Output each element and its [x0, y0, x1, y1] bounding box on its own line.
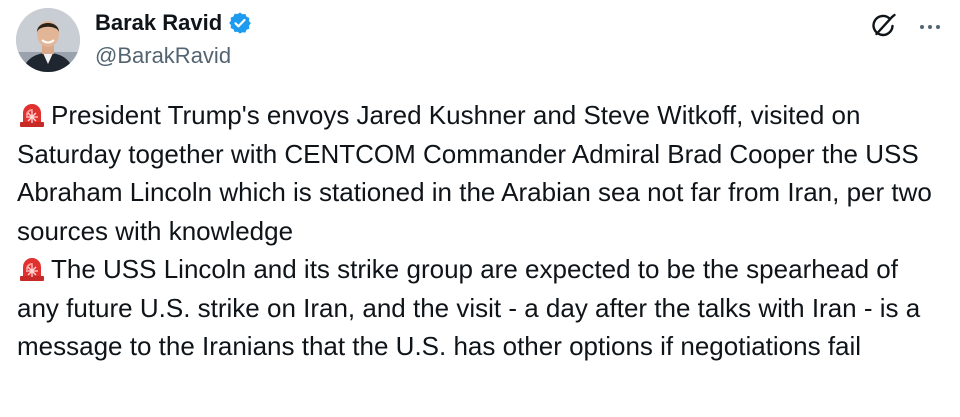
tweet-paragraph-2: The USS Lincoln and its strike group are… — [17, 250, 947, 366]
more-icon[interactable] — [915, 14, 945, 40]
siren-icon — [17, 99, 47, 127]
author-name-row: Barak Ravid — [95, 9, 252, 37]
tweet-card: Barak Ravid @BarakRavid President Trump'… — [0, 0, 960, 417]
siren-icon — [17, 253, 47, 281]
more-dot — [936, 25, 940, 29]
tweet-paragraph-1-text: President Trump's envoys Jared Kushner a… — [17, 100, 932, 246]
tweet-paragraph-1: President Trump's envoys Jared Kushner a… — [17, 96, 947, 250]
verified-badge-icon[interactable] — [228, 11, 252, 35]
display-name[interactable]: Barak Ravid — [95, 9, 222, 37]
grok-icon[interactable] — [868, 12, 898, 42]
author-handle[interactable]: @BarakRavid — [95, 42, 231, 70]
tweet-text: President Trump's envoys Jared Kushner a… — [17, 96, 947, 366]
more-dot — [920, 25, 924, 29]
tweet-paragraph-2-text: The USS Lincoln and its strike group are… — [17, 254, 921, 361]
more-dot — [928, 25, 932, 29]
avatar[interactable] — [16, 8, 80, 72]
